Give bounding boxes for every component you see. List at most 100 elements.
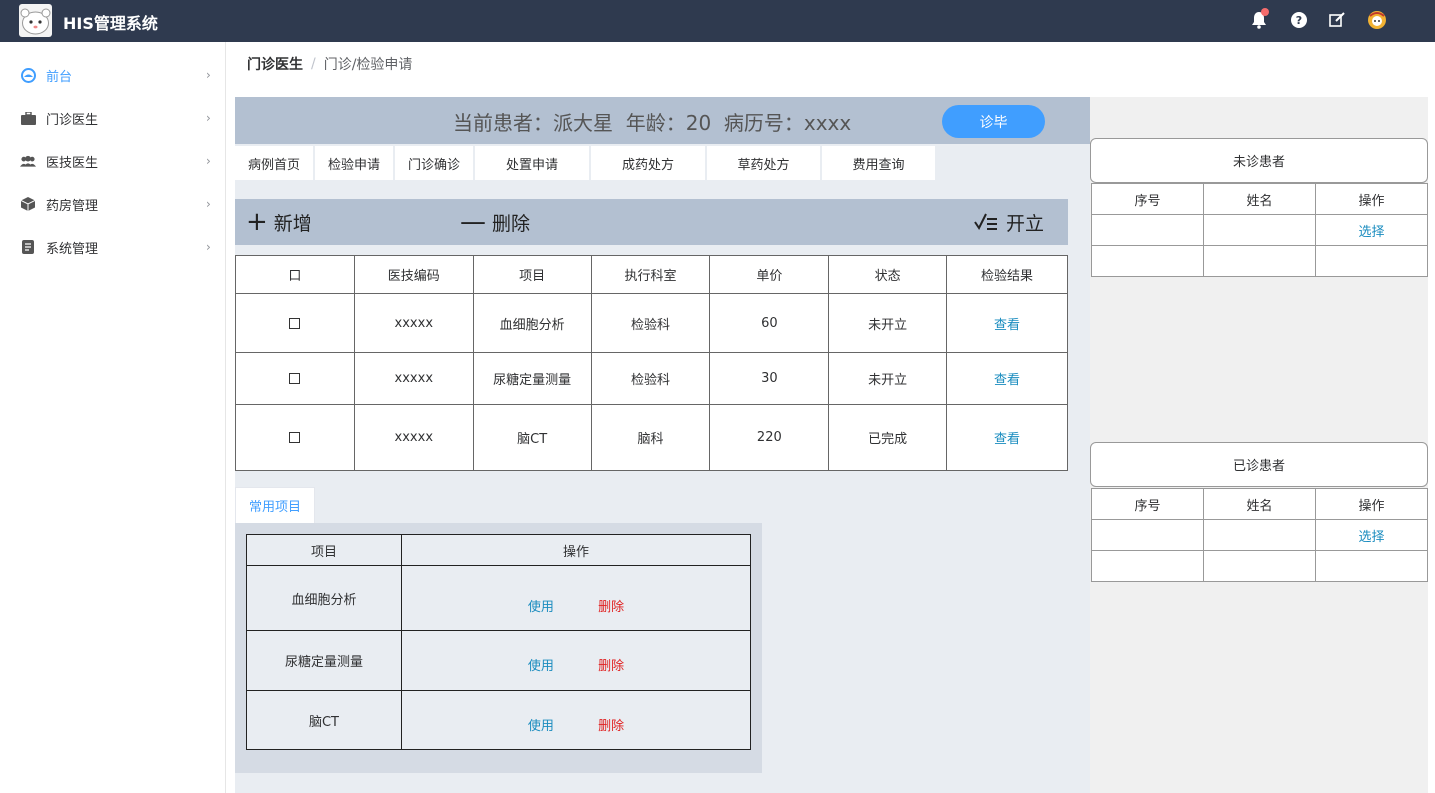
tab-exam-request[interactable]: 检验申请 bbox=[315, 146, 395, 180]
column-header: 单价 bbox=[709, 255, 830, 294]
cell-name bbox=[1203, 214, 1316, 246]
column-header: 项目 bbox=[472, 255, 592, 294]
tab-disposal-request[interactable]: 处置申请 bbox=[475, 146, 591, 180]
column-header: 项目 bbox=[246, 534, 402, 566]
cell-item: 血细胞分析 bbox=[246, 565, 402, 631]
table-row: xxxxx 血细胞分析 检验科 60 未开立 查看 bbox=[235, 293, 1068, 353]
add-label: 新增 bbox=[273, 212, 312, 235]
avatar[interactable] bbox=[1367, 10, 1387, 30]
table-row: 选择 bbox=[1091, 214, 1428, 246]
cell-index bbox=[1091, 519, 1204, 551]
cell-index bbox=[1091, 214, 1204, 246]
column-header: 操作 bbox=[1315, 488, 1428, 520]
chevron-right-icon: › bbox=[206, 68, 211, 82]
breadcrumb-separator: / bbox=[311, 56, 316, 72]
column-header: 状态 bbox=[828, 255, 948, 294]
sidebar-item-medtech-doctor[interactable]: 医技医生 › bbox=[0, 141, 226, 181]
help-icon[interactable]: ? bbox=[1289, 10, 1309, 30]
issue-button[interactable]: 开立 bbox=[974, 207, 1044, 237]
tab-patent-prescription[interactable]: 成药处方 bbox=[591, 146, 707, 180]
view-result-link[interactable]: 查看 bbox=[994, 432, 1020, 447]
chevron-right-icon: › bbox=[206, 154, 211, 168]
cell-index bbox=[1091, 245, 1204, 277]
sidebar-item-frontdesk[interactable]: 前台 › bbox=[0, 55, 226, 95]
breadcrumb-current: 门诊/检验申请 bbox=[323, 57, 413, 73]
tab-herbal-prescription[interactable]: 草药处方 bbox=[707, 146, 822, 180]
cell-code: xxxxx bbox=[353, 293, 474, 353]
row-checkbox[interactable] bbox=[289, 432, 301, 443]
chevron-right-icon: › bbox=[206, 197, 211, 211]
cell-status: 未开立 bbox=[828, 293, 948, 353]
delete-link[interactable]: 删除 bbox=[598, 600, 624, 615]
sidebar-item-label: 医技医生 bbox=[46, 155, 99, 171]
waiting-patients-title: 未诊患者 bbox=[1090, 138, 1428, 183]
delete-button[interactable]: — 删除 bbox=[460, 207, 530, 237]
row-checkbox[interactable] bbox=[289, 317, 301, 329]
sidebar-item-system[interactable]: 系统管理 › bbox=[0, 227, 226, 267]
cell-status: 已完成 bbox=[828, 404, 948, 471]
tab-outpatient-confirm[interactable]: 门诊确诊 bbox=[395, 146, 475, 180]
sidebar-item-label: 门诊医生 bbox=[46, 112, 99, 128]
exam-request-table: 口 医技编码 项目 执行科室 单价 状态 检验结果 xxxxx 血细胞分析 检验… bbox=[235, 255, 1068, 471]
app-title: HIS管理系统 bbox=[63, 14, 158, 33]
cell-dept: 检验科 bbox=[590, 352, 711, 405]
sidebar-item-pharmacy[interactable]: 药房管理 › bbox=[0, 184, 226, 224]
column-header: 操作 bbox=[401, 534, 751, 566]
cell-price: 60 bbox=[709, 293, 830, 353]
view-result-link[interactable]: 查看 bbox=[994, 373, 1020, 388]
table-header-row: 口 医技编码 项目 执行科室 单价 状态 检验结果 bbox=[235, 255, 1068, 294]
issue-label: 开立 bbox=[1006, 212, 1045, 235]
app-logo bbox=[19, 4, 52, 37]
column-header: 操作 bbox=[1315, 183, 1428, 215]
finish-diagnosis-button[interactable]: 诊毕 bbox=[942, 105, 1045, 138]
cell-name bbox=[1203, 245, 1316, 277]
cell-price: 30 bbox=[709, 352, 830, 405]
cell-price: 220 bbox=[709, 404, 830, 471]
view-result-link[interactable]: 查看 bbox=[994, 318, 1020, 333]
edit-icon[interactable] bbox=[1327, 10, 1347, 30]
column-header: 医技编码 bbox=[353, 255, 474, 294]
cell-code: xxxxx bbox=[353, 404, 474, 471]
breadcrumb-root[interactable]: 门诊医生 bbox=[247, 54, 303, 74]
sidebar-item-outpatient-doctor[interactable]: 门诊医生 › bbox=[0, 98, 226, 138]
cell-item: 脑CT bbox=[472, 404, 592, 471]
tab-medical-record[interactable]: 病例首页 bbox=[235, 146, 315, 180]
cell-dept: 脑科 bbox=[590, 404, 711, 471]
action-toolbar: + 新增 — 删除 开立 bbox=[235, 199, 1068, 245]
table-row: xxxxx 尿糖定量测量 检验科 30 未开立 查看 bbox=[235, 352, 1068, 405]
notification-dot bbox=[1261, 8, 1269, 16]
svg-text:?: ? bbox=[1296, 14, 1302, 27]
table-row: xxxxx 脑CT 脑科 220 已完成 查看 bbox=[235, 404, 1068, 471]
select-all-header[interactable]: 口 bbox=[235, 255, 355, 294]
use-button[interactable]: 使用 bbox=[528, 600, 554, 615]
sidebar-item-label: 前台 bbox=[46, 69, 73, 85]
table-header-row: 序号 姓名 操作 bbox=[1091, 183, 1428, 215]
patient-bar: 当前患者：派大星 年龄：20 病历号：xxxx 诊毕 bbox=[235, 97, 1090, 144]
tab-common-items[interactable]: 常用项目 bbox=[235, 487, 315, 523]
plus-icon: + bbox=[246, 207, 268, 237]
column-header: 检验结果 bbox=[946, 255, 1068, 294]
minus-icon: — bbox=[460, 207, 486, 237]
select-patient-link[interactable]: 选择 bbox=[1358, 530, 1384, 545]
tab-fee-query[interactable]: 费用查询 bbox=[822, 146, 937, 180]
top-bar: HIS管理系统 ? bbox=[0, 0, 1435, 42]
sidebar-item-label: 系统管理 bbox=[46, 241, 99, 257]
common-items-panel: 项目 操作 血细胞分析 使用 删除 尿糖定量测量 使用 删除 脑CT 使用 删除 bbox=[235, 523, 762, 773]
table-header-row: 序号 姓名 操作 bbox=[1091, 488, 1428, 520]
delete-link[interactable]: 删除 bbox=[598, 659, 624, 674]
bell-icon[interactable] bbox=[1249, 8, 1269, 30]
table-row bbox=[1091, 550, 1428, 582]
select-patient-link[interactable]: 选择 bbox=[1358, 225, 1384, 240]
column-header: 姓名 bbox=[1203, 488, 1316, 520]
users-icon bbox=[20, 153, 36, 169]
cell-dept: 检验科 bbox=[590, 293, 711, 353]
sidebar-item-label: 药房管理 bbox=[46, 198, 99, 214]
add-button[interactable]: + 新增 bbox=[246, 207, 312, 237]
row-checkbox[interactable] bbox=[289, 373, 301, 384]
delete-link[interactable]: 删除 bbox=[598, 719, 624, 734]
cell-item: 尿糖定量测量 bbox=[472, 352, 592, 405]
dashboard-icon bbox=[20, 67, 36, 83]
use-button[interactable]: 使用 bbox=[528, 719, 554, 734]
box-icon bbox=[20, 196, 36, 212]
use-button[interactable]: 使用 bbox=[528, 659, 554, 674]
